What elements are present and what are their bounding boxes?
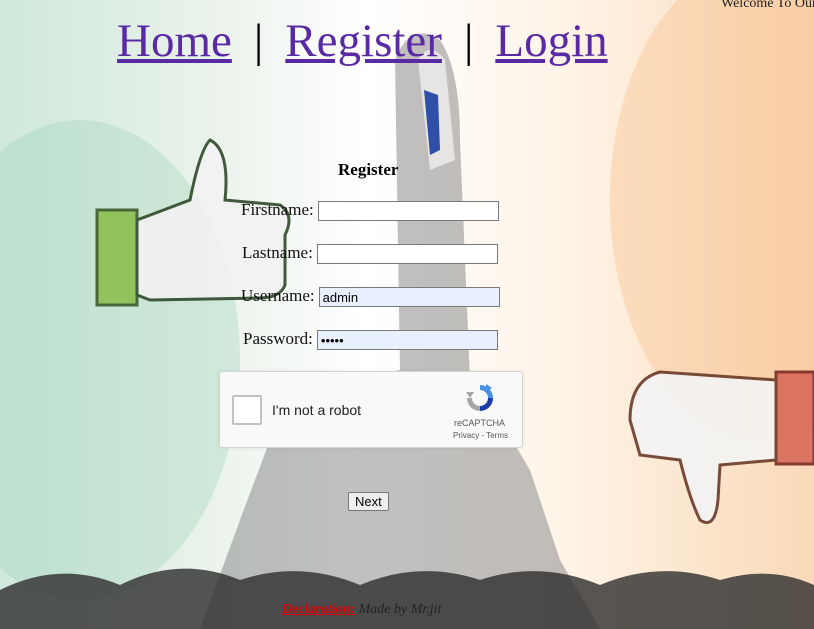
nav-separator: | xyxy=(253,15,264,67)
form-title: Register xyxy=(338,160,399,179)
username-row: Username: xyxy=(241,286,500,308)
recaptcha-terms-link[interactable]: Terms xyxy=(486,431,508,440)
firstname-input[interactable] xyxy=(317,201,499,222)
thumbs-down-icon xyxy=(628,370,814,524)
recaptcha-widget: I'm not a robot reCAPTCHA Privacy - Term… xyxy=(219,371,523,448)
nav-link-login[interactable]: Login xyxy=(495,15,607,67)
lastname-input[interactable] xyxy=(316,244,498,265)
lastname-row: Lastname: xyxy=(242,243,498,265)
recaptcha-brand: reCAPTCHA xyxy=(454,418,506,428)
password-input[interactable] xyxy=(316,330,498,351)
lastname-label: Lastname: xyxy=(242,243,313,262)
thumbs-up-icon xyxy=(95,138,291,307)
recaptcha-logo-icon xyxy=(466,384,493,411)
firstname-label: Firstname: xyxy=(241,200,314,219)
password-label: Password: xyxy=(243,329,313,348)
declaration-label: Declaration: xyxy=(282,602,356,617)
nav-link-register[interactable]: Register xyxy=(285,15,442,67)
recaptcha-links: Privacy - Terms xyxy=(453,431,508,440)
username-input[interactable] xyxy=(318,287,500,308)
declaration-text: Made by Mr.jit xyxy=(358,602,442,617)
declaration: Declaration: Made by Mr.jit xyxy=(282,602,441,618)
username-label: Username: xyxy=(241,286,315,305)
firstname-row: Firstname: xyxy=(241,200,499,222)
top-nav: Home | Register | Login xyxy=(117,14,608,68)
recaptcha-checkbox[interactable] xyxy=(232,395,262,425)
recaptcha-privacy-link[interactable]: Privacy xyxy=(453,431,479,440)
password-row: Password: xyxy=(243,329,498,351)
welcome-text: Welcome To Our xyxy=(721,0,814,11)
nav-link-home[interactable]: Home xyxy=(117,15,232,67)
nav-separator: | xyxy=(463,15,474,67)
next-button[interactable]: Next xyxy=(348,492,389,511)
recaptcha-label: I'm not a robot xyxy=(272,402,362,418)
background-illustration xyxy=(0,0,814,629)
